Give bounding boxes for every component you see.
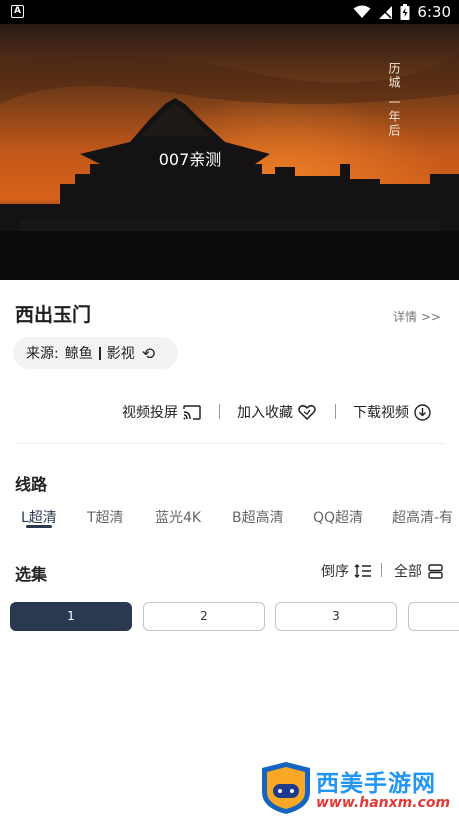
source-name-a: 鲸鱼 (64, 346, 93, 362)
grid-list-icon (428, 563, 443, 579)
favorite-button[interactable]: 加入收藏 (237, 402, 316, 422)
episode-button[interactable] (408, 602, 459, 631)
wifi-icon (353, 5, 371, 18)
favorite-label: 加入收藏 (237, 405, 293, 421)
download-icon (414, 403, 431, 421)
route-tab[interactable]: L超清 (21, 507, 57, 527)
source-name-b: 影视 (106, 346, 135, 362)
status-bar: A 6:30 (0, 0, 459, 24)
video-title: 西出玉门 (15, 304, 92, 326)
route-tab[interactable]: 蓝光4K (155, 507, 201, 527)
source-divider (98, 346, 101, 360)
episode-button[interactable]: 2 (143, 602, 265, 631)
calligraphy-text: 历城 一年后 (387, 62, 401, 138)
cast-icon (183, 404, 201, 420)
sort-order-label: 倒序 (321, 564, 349, 580)
status-icons: 6:30 (353, 3, 451, 21)
all-episodes-label: 全部 (394, 564, 422, 580)
episode-button[interactable]: 3 (275, 602, 397, 631)
heart-icon (298, 404, 316, 420)
refresh-icon[interactable]: ⟲ (142, 344, 155, 363)
action-separator (219, 404, 220, 419)
route-tab[interactable]: QQ超清 (313, 507, 363, 527)
episode-button[interactable]: 1 (10, 602, 132, 631)
action-bar: 视频投屏 加入收藏 下载视频 (0, 402, 459, 424)
download-button[interactable]: 下载视频 (353, 402, 431, 422)
notification-a-icon: A (11, 5, 24, 18)
section-divider (15, 443, 445, 444)
source-label: 来源: (26, 346, 59, 362)
active-route-indicator (26, 525, 52, 528)
route-tab[interactable]: B超高清 (232, 507, 284, 527)
source-selector[interactable]: 来源: 鲸鱼 影视 ⟲ (13, 337, 178, 369)
download-label: 下载视频 (353, 405, 409, 421)
signal-icon (379, 5, 393, 19)
route-tabs: L超清 T超清 蓝光4K B超高清 QQ超清 超高清-有 (0, 507, 459, 531)
episodes-heading: 选集 (15, 565, 48, 584)
route-tab[interactable]: 超高清-有 (392, 507, 453, 527)
episode-ctrl-separator (381, 563, 382, 577)
cast-label: 视频投屏 (122, 405, 178, 421)
detail-link[interactable]: 详情 >> (393, 308, 441, 325)
routes-heading: 线路 (15, 475, 48, 494)
watermark-url: www.hanxm.com (316, 795, 451, 811)
watermark-brand: 西美手游网 (316, 771, 436, 797)
cast-button[interactable]: 视频投屏 (122, 402, 201, 422)
sort-icon (354, 564, 371, 578)
all-episodes-button[interactable]: 全部 (394, 561, 443, 581)
status-time: 6:30 (417, 3, 451, 21)
action-separator (335, 404, 336, 419)
battery-icon (400, 4, 410, 20)
video-caption: 007亲测 (158, 150, 222, 169)
route-tab[interactable]: T超清 (87, 507, 124, 527)
sort-order-button[interactable]: 倒序 (321, 561, 372, 581)
video-player[interactable]: 历城 一年后 007亲测 (0, 24, 459, 280)
